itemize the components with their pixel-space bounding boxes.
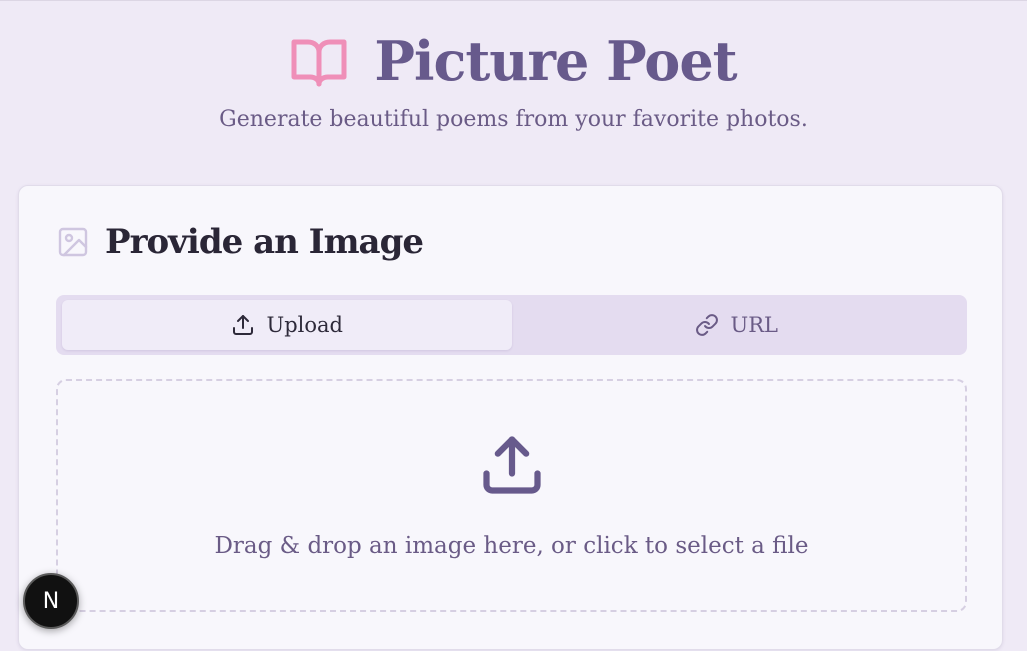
upload-icon xyxy=(231,313,255,337)
tab-upload-label: Upload xyxy=(266,313,343,337)
app-subtitle: Generate beautiful poems from your favor… xyxy=(219,107,808,132)
dropzone-instructions: Drag & drop an image here, or click to s… xyxy=(214,533,809,559)
link-icon xyxy=(695,313,719,337)
app-header: Picture Poet xyxy=(0,29,1027,93)
tab-url-label: URL xyxy=(730,313,778,337)
upload-icon xyxy=(478,431,546,499)
tab-url[interactable]: URL xyxy=(512,300,962,350)
book-open-icon xyxy=(290,36,348,88)
nextjs-dev-badge[interactable]: N xyxy=(23,573,79,629)
card-title: Provide an Image xyxy=(105,222,424,262)
image-dropzone[interactable]: Drag & drop an image here, or click to s… xyxy=(56,379,967,612)
nextjs-icon: N xyxy=(42,588,60,614)
image-icon xyxy=(57,226,89,258)
tab-upload[interactable]: Upload xyxy=(62,300,512,350)
image-input-card: Provide an Image Upload URL Drag & drop … xyxy=(18,185,1003,650)
app-title: Picture Poet xyxy=(374,29,737,93)
card-header: Provide an Image xyxy=(57,222,424,262)
input-mode-tabs: Upload URL xyxy=(56,295,967,355)
